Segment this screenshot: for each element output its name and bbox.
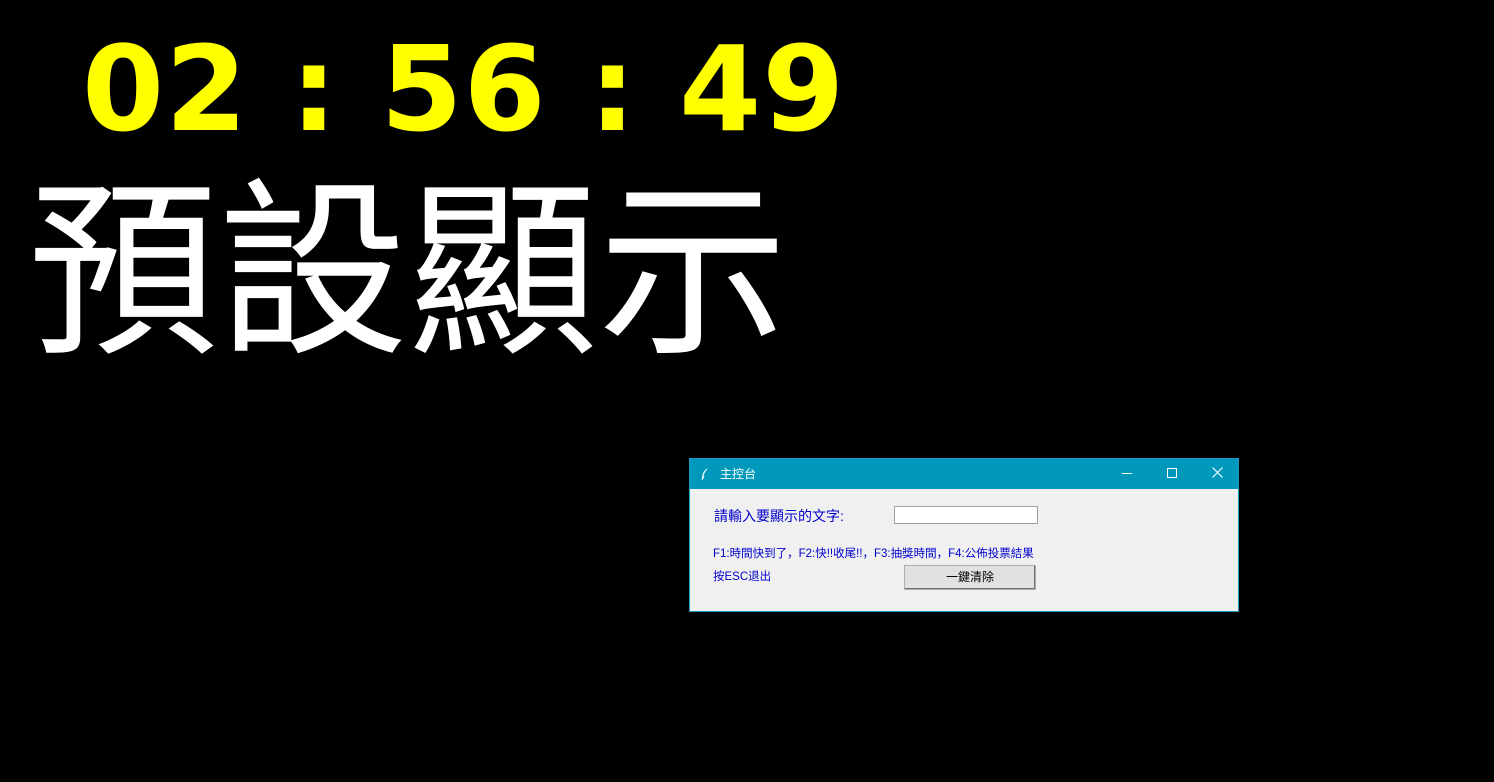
minimize-icon: [1122, 467, 1132, 481]
maximize-button[interactable]: [1149, 459, 1195, 489]
countdown-clock: 02 : 56 : 49: [82, 20, 846, 158]
close-icon: [1211, 467, 1223, 481]
maximize-icon: [1167, 467, 1177, 481]
function-key-hint: F1:時間快到了，F2:快!!收尾!!，F3:抽獎時間，F4:公佈投票結果: [713, 548, 1034, 560]
esc-hint: 按ESC退出: [713, 571, 772, 583]
close-button[interactable]: [1194, 459, 1240, 489]
minimize-button[interactable]: [1104, 459, 1150, 489]
prompt-label: 請輸入要顯示的文字:: [714, 508, 844, 524]
display-text-input[interactable]: [894, 506, 1038, 524]
window-title: 主控台: [720, 467, 757, 481]
control-panel-window: 主控台 請輸入要顯示的文字: F1:時間快到了，F2:快!!收尾!!，F3:抽獎…: [689, 458, 1239, 612]
feather-icon: [700, 467, 710, 481]
title-bar[interactable]: 主控台: [690, 459, 1238, 489]
display-text: 預設顯示: [28, 162, 789, 383]
clear-all-button[interactable]: 一鍵清除: [904, 565, 1036, 590]
